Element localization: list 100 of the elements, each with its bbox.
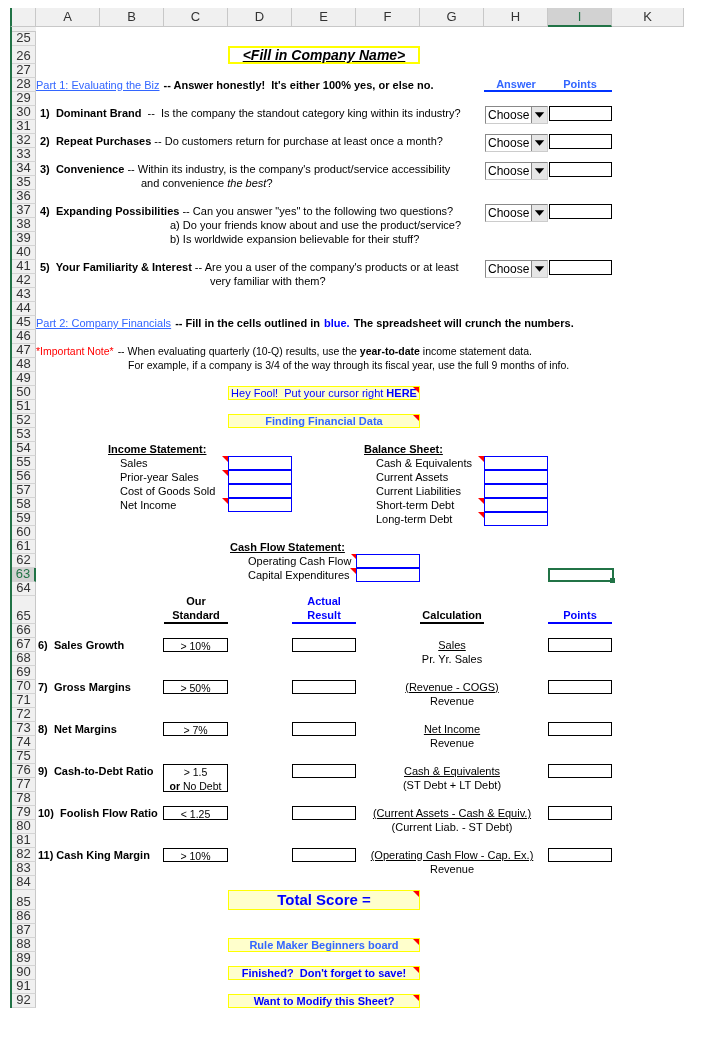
column-header[interactable]: I	[548, 8, 612, 27]
column-header[interactable]: D	[228, 8, 292, 27]
row-header[interactable]: 73	[12, 722, 36, 736]
points-field[interactable]	[549, 134, 612, 149]
row-header[interactable]: 61	[12, 540, 36, 554]
input-field[interactable]	[228, 470, 292, 484]
row-header[interactable]: 84	[12, 876, 36, 890]
row-header[interactable]: 25	[12, 32, 36, 46]
row-header[interactable]: 47	[12, 344, 36, 358]
answer-dropdown[interactable]: Choose	[485, 134, 548, 152]
row-header[interactable]: 88	[12, 938, 36, 952]
select-all-corner[interactable]	[10, 8, 36, 27]
input-field[interactable]	[484, 484, 548, 498]
row-header[interactable]: 49	[12, 372, 36, 386]
row-header[interactable]: 78	[12, 792, 36, 806]
answer-dropdown[interactable]: Choose	[485, 260, 548, 278]
row-header[interactable]: 58	[12, 498, 36, 512]
input-field[interactable]	[484, 512, 548, 526]
row-header[interactable]: 53	[12, 428, 36, 442]
answer-dropdown[interactable]: Choose	[485, 106, 548, 124]
row-header[interactable]: 42	[12, 274, 36, 288]
row-header[interactable]: 35	[12, 176, 36, 190]
row-header[interactable]: 54	[12, 442, 36, 456]
column-header[interactable]: F	[356, 8, 420, 27]
points-field[interactable]	[549, 204, 612, 219]
row-header[interactable]: 59	[12, 512, 36, 526]
column-header[interactable]: E	[292, 8, 356, 27]
part-2-link[interactable]: Part 2: Company Financials	[36, 316, 172, 330]
financial-data-link-button[interactable]: Finding Financial Data	[228, 414, 420, 428]
row-header[interactable]: 43	[12, 288, 36, 302]
row-header[interactable]: 56	[12, 470, 36, 484]
input-field[interactable]	[484, 470, 548, 484]
row-header[interactable]: 91	[12, 980, 36, 994]
row-header[interactable]: 32	[12, 134, 36, 148]
column-header[interactable]: C	[164, 8, 228, 27]
row-header[interactable]: 41	[12, 260, 36, 274]
row-header[interactable]: 92	[12, 994, 36, 1008]
column-header[interactable]: G	[420, 8, 484, 27]
row-header[interactable]: 70	[12, 680, 36, 694]
input-field[interactable]	[356, 554, 420, 568]
sheet-button[interactable]: Finished? Don't forget to save!	[228, 966, 420, 980]
column-header[interactable]: H	[484, 8, 548, 27]
row-header[interactable]: 44	[12, 302, 36, 316]
row-header[interactable]: 36	[12, 190, 36, 204]
input-field[interactable]	[228, 456, 292, 470]
sheet-button[interactable]: Want to Modify this Sheet?	[228, 994, 420, 1008]
row-header[interactable]: 89	[12, 952, 36, 966]
selected-cell[interactable]	[548, 568, 614, 582]
part-1-link[interactable]: Part 1: Evaluating the Biz	[36, 78, 160, 92]
input-field[interactable]	[356, 568, 420, 582]
row-header[interactable]: 87	[12, 924, 36, 938]
row-header[interactable]: 65	[12, 596, 36, 624]
row-header[interactable]: 26	[12, 46, 36, 64]
row-header[interactable]: 55	[12, 456, 36, 470]
row-header[interactable]: 45	[12, 316, 36, 330]
row-header[interactable]: 72	[12, 708, 36, 722]
column-header[interactable]: A	[36, 8, 100, 27]
sheet-button[interactable]: Rule Maker Beginners board	[228, 938, 420, 952]
row-header[interactable]: 71	[12, 694, 36, 708]
row-header[interactable]: 29	[12, 92, 36, 106]
row-header[interactable]: 37	[12, 204, 36, 218]
input-field[interactable]	[484, 456, 548, 470]
row-header[interactable]: 67	[12, 638, 36, 652]
row-header[interactable]: 77	[12, 778, 36, 792]
row-header[interactable]: 66	[12, 624, 36, 638]
row-header[interactable]: 27	[12, 64, 36, 78]
row-header[interactable]: 39	[12, 232, 36, 246]
row-header[interactable]: 62	[12, 554, 36, 568]
total-score-label[interactable]: Total Score =	[228, 890, 420, 910]
row-header[interactable]: 52	[12, 414, 36, 428]
row-header[interactable]: 68	[12, 652, 36, 666]
row-header[interactable]: 81	[12, 834, 36, 848]
row-header[interactable]: 34	[12, 162, 36, 176]
points-field[interactable]	[549, 106, 612, 121]
fill-handle[interactable]	[610, 578, 615, 583]
points-field[interactable]	[549, 260, 612, 275]
row-header[interactable]: 48	[12, 358, 36, 372]
column-header[interactable]: B	[100, 8, 164, 27]
row-header[interactable]: 51	[12, 400, 36, 414]
row-header[interactable]: 80	[12, 820, 36, 834]
row-header[interactable]: 40	[12, 246, 36, 260]
row-header[interactable]: 30	[12, 106, 36, 120]
answer-dropdown[interactable]: Choose	[485, 162, 548, 180]
input-field[interactable]	[484, 498, 548, 512]
row-header[interactable]: 75	[12, 750, 36, 764]
row-header[interactable]: 69	[12, 666, 36, 680]
company-name-field[interactable]: <Fill in Company Name>	[228, 46, 420, 64]
input-field[interactable]	[228, 498, 292, 512]
row-header[interactable]: 64	[12, 582, 36, 596]
row-header[interactable]: 86	[12, 910, 36, 924]
row-header[interactable]: 74	[12, 736, 36, 750]
row-header[interactable]: 85	[12, 890, 36, 910]
row-header[interactable]: 28	[12, 78, 36, 92]
row-header[interactable]: 31	[12, 120, 36, 134]
row-header[interactable]: 46	[12, 330, 36, 344]
row-header[interactable]: 79	[12, 806, 36, 820]
row-header[interactable]: 83	[12, 862, 36, 876]
points-field[interactable]	[549, 162, 612, 177]
cursor-hint-button[interactable]: Hey Fool! Put your cursor right HERE	[228, 386, 420, 400]
row-header[interactable]: 38	[12, 218, 36, 232]
